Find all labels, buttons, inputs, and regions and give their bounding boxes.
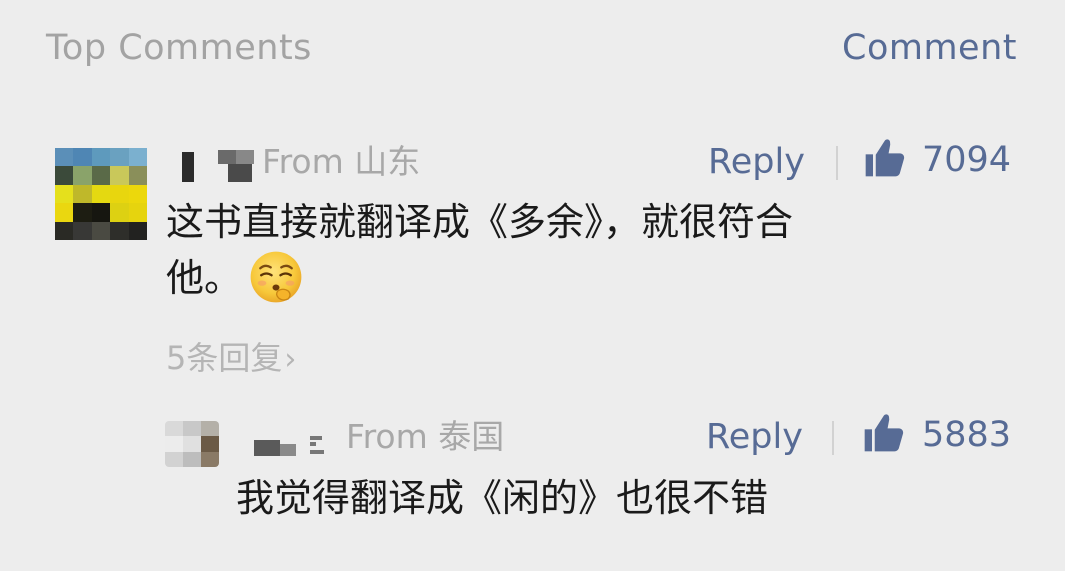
comment-location: From 山东 <box>262 142 421 181</box>
section-title: Top Comments <box>46 28 312 68</box>
comment-text-line: 这书直接就翻译成《多余》，就很符合 <box>166 200 794 244</box>
reply-body: 我觉得翻译成《闲的》也很不错 <box>236 476 769 520</box>
view-replies-link[interactable]: 5条回复› <box>166 338 296 380</box>
like-count: 7094 <box>922 140 1012 180</box>
comments-page: Top Comments Comment From 山东 Reply 7094 … <box>0 0 1065 571</box>
username-redacted <box>178 146 260 184</box>
divider <box>836 146 838 180</box>
comment-body: 这书直接就翻译成《多余》，就很符合 他。 <box>166 194 986 306</box>
thumbs-up-icon[interactable] <box>862 136 906 180</box>
chevron-right-icon: › <box>284 342 297 377</box>
reply-button[interactable]: Reply <box>708 142 805 182</box>
thumbs-up-icon[interactable] <box>861 411 905 455</box>
divider <box>832 421 834 455</box>
like-count: 5883 <box>922 415 1012 455</box>
reply-location: From 泰国 <box>346 417 505 456</box>
comment-text-line: 他。 <box>166 250 986 306</box>
replies-count-label: 5条回复 <box>166 339 283 377</box>
write-comment-button[interactable]: Comment <box>842 26 1017 70</box>
avatar[interactable] <box>55 148 147 240</box>
reply-avatar[interactable] <box>165 421 219 467</box>
reply-username-redacted <box>254 430 334 460</box>
smirking-face-emoji <box>250 251 302 302</box>
reply-button[interactable]: Reply <box>706 417 803 457</box>
comment-text-end: 他。 <box>166 256 243 300</box>
